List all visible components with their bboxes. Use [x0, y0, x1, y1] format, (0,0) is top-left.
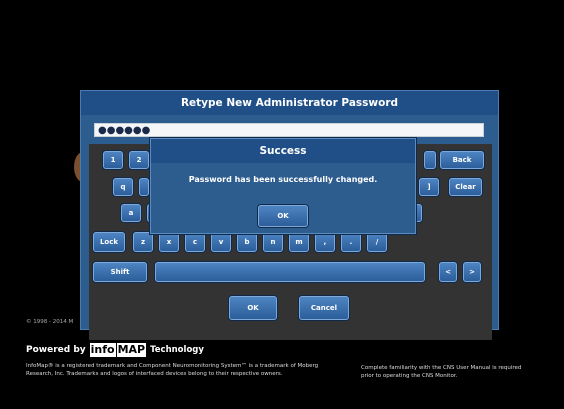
dialog-message: Password has been successfully changed.: [188, 175, 378, 184]
key-1[interactable]: 1: [103, 151, 123, 169]
key-period[interactable]: .: [341, 232, 361, 252]
key-a[interactable]: a: [121, 204, 141, 222]
back-key[interactable]: Back: [440, 151, 484, 169]
shift-key[interactable]: Shift: [93, 262, 147, 282]
key-bracket[interactable]: ]: [419, 178, 439, 196]
key-v[interactable]: v: [211, 232, 231, 252]
key-row1-partial[interactable]: [424, 151, 436, 169]
key-m[interactable]: m: [289, 232, 309, 252]
left-arrow-key[interactable]: <: [439, 262, 457, 282]
key-comma[interactable]: ,: [315, 232, 335, 252]
space-bar[interactable]: [155, 262, 425, 282]
cancel-button[interactable]: Cancel: [299, 296, 349, 320]
dialog-title: Success: [151, 139, 415, 163]
key-z[interactable]: z: [133, 232, 153, 252]
key-b[interactable]: b: [237, 232, 257, 252]
powered-by: Powered by info MAP Technology: [26, 343, 204, 357]
trademark-notice: InfoMap® is a registered trademark and C…: [26, 363, 319, 377]
right-arrow-key[interactable]: >: [463, 262, 481, 282]
key-q[interactable]: q: [113, 178, 133, 196]
logo-map: MAP: [115, 343, 147, 357]
infomap-logo: info MAP: [89, 343, 147, 357]
dialog-ok-button[interactable]: OK: [258, 205, 308, 227]
key-n[interactable]: n: [263, 232, 283, 252]
ok-button[interactable]: OK: [229, 296, 277, 320]
password-mask: ●●●●●●: [98, 125, 151, 136]
technology-label: Technology: [150, 345, 204, 355]
powered-by-label: Powered by: [26, 345, 86, 355]
success-dialog: Success Password has been successfully c…: [150, 138, 416, 234]
lock-key[interactable]: Lock: [93, 232, 125, 252]
key-row2-partial[interactable]: [139, 178, 149, 196]
panel-title: Retype New Administrator Password: [81, 91, 498, 115]
key-2[interactable]: 2: [129, 151, 149, 169]
password-input[interactable]: ●●●●●●: [94, 123, 484, 137]
key-c[interactable]: c: [185, 232, 205, 252]
manual-notice: Complete familiarity with the CNS User M…: [361, 365, 522, 379]
logo-info: info: [89, 343, 116, 357]
clear-key[interactable]: Clear: [449, 178, 482, 196]
key-slash[interactable]: /: [367, 232, 387, 252]
copyright-text: © 1998 - 2014 M: [26, 319, 74, 325]
key-x[interactable]: x: [159, 232, 179, 252]
